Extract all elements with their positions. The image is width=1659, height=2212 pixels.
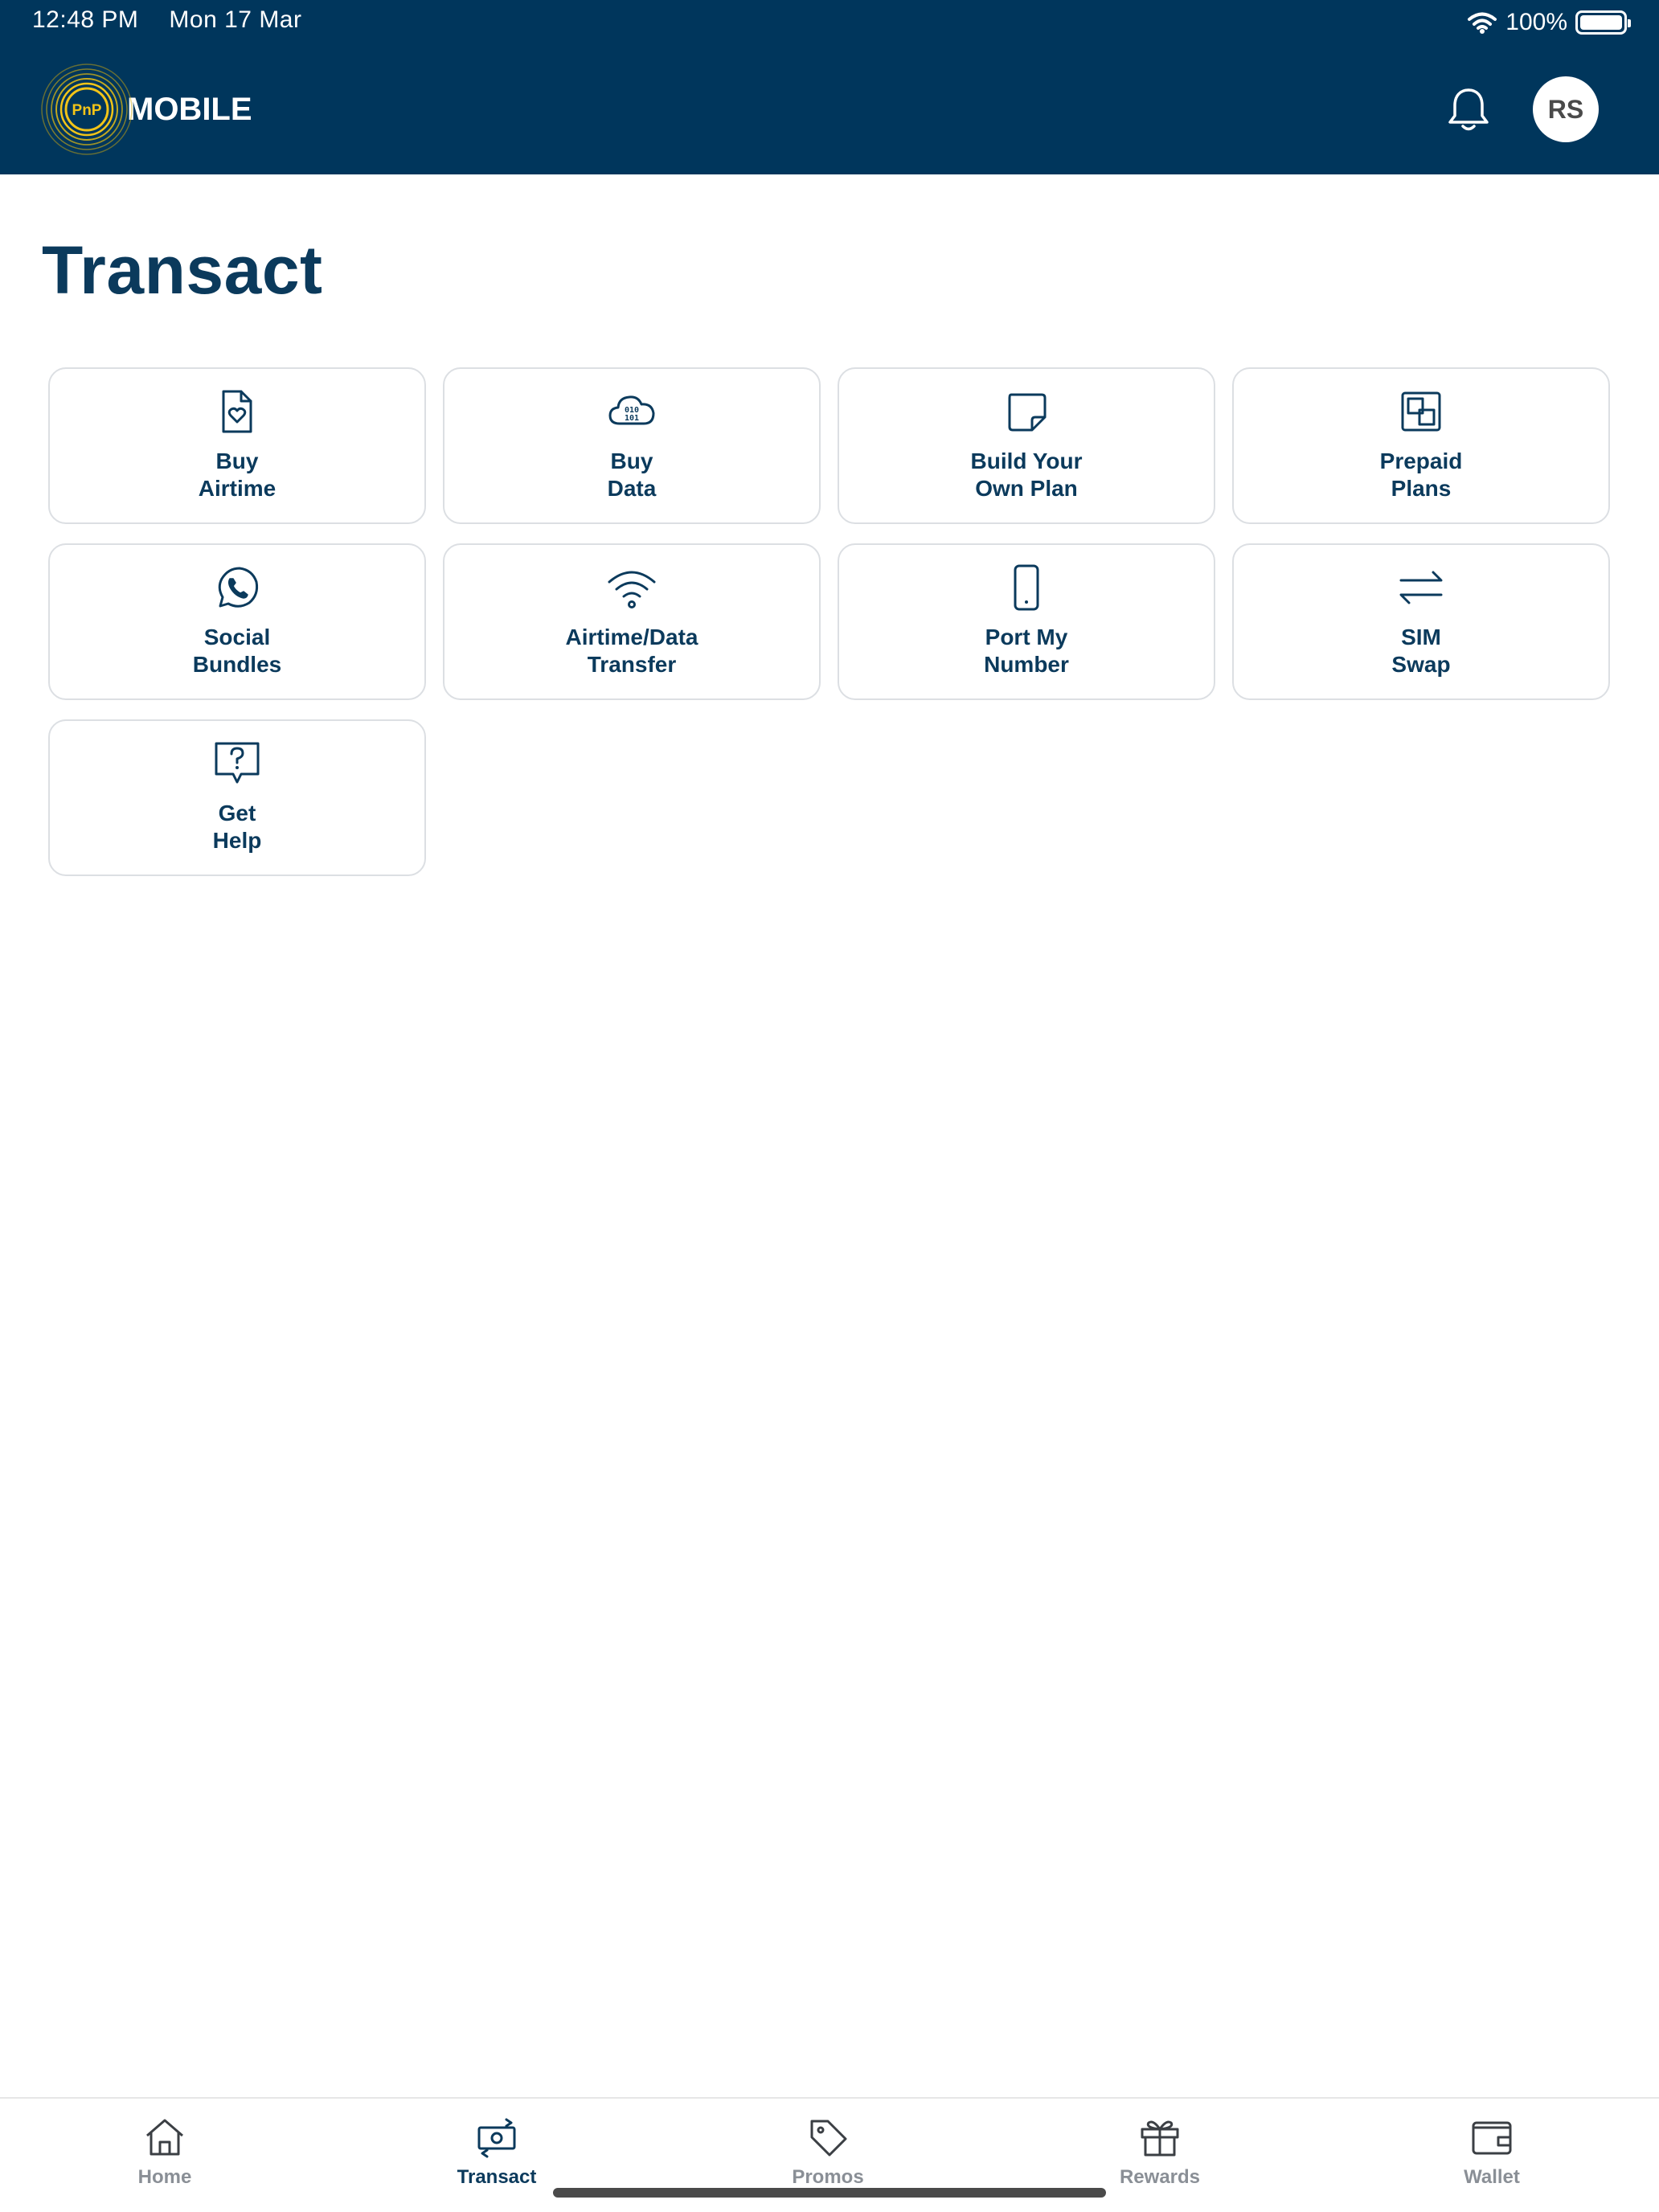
tile-build-your-own-plan[interactable]: Build Your Own Plan <box>838 367 1215 524</box>
tile-label-line1: Buy <box>215 449 259 473</box>
status-bar-left: 12:48 PM Mon 17 Mar <box>32 6 302 34</box>
nav-label: Wallet <box>1464 2166 1520 2188</box>
help-bubble-icon <box>212 739 262 789</box>
status-time: 12:48 PM <box>32 6 139 33</box>
tile-label-line2: Plans <box>1391 476 1452 501</box>
tile-label-line2: Airtime <box>198 476 276 501</box>
tag-icon <box>804 2113 852 2161</box>
tile-get-help[interactable]: Get Help <box>48 719 426 876</box>
wifi-status-icon <box>1468 12 1497 34</box>
tile-label-line1: Social <box>203 625 271 649</box>
tile-label-line1: Airtime/Data <box>565 625 698 649</box>
nav-transact[interactable]: Transact <box>416 2113 577 2189</box>
transact-options-grid: Buy Airtime 010 101 Buy Data Build Your … <box>48 367 1611 876</box>
tile-label-line2: Help <box>212 828 262 853</box>
nav-promos[interactable]: Promos <box>748 2113 908 2189</box>
nav-rewards[interactable]: Rewards <box>1079 2113 1240 2189</box>
transact-icon <box>473 2113 521 2161</box>
whatsapp-icon <box>212 563 262 612</box>
status-bar-right: 100% <box>1467 6 1631 39</box>
tile-label-line1: Port My <box>985 625 1068 649</box>
tile-label-line2: Data <box>607 476 657 501</box>
sticky-note-icon <box>1002 387 1051 436</box>
logo-badge-text: PnP <box>72 102 102 119</box>
page-title: Transact <box>42 232 323 308</box>
tile-prepaid-plans[interactable]: Prepaid Plans <box>1232 367 1610 524</box>
svg-text:101: 101 <box>625 414 639 423</box>
nav-wallet[interactable]: Wallet <box>1411 2113 1572 2189</box>
gift-icon <box>1136 2113 1184 2161</box>
tile-label-line2: Own Plan <box>975 476 1078 501</box>
tile-label-line2: Swap <box>1391 652 1451 677</box>
tile-label-line1: Buy <box>610 449 653 473</box>
airtime-doc-heart-icon <box>212 387 262 436</box>
logo-text: MOBILE <box>127 91 252 127</box>
nav-home[interactable]: Home <box>84 2113 245 2189</box>
nav-label: Transact <box>457 2166 537 2188</box>
top-header: 12:48 PM Mon 17 Mar 100% PnP MOBILE RS <box>0 0 1659 174</box>
logo-rings-icon: PnP <box>40 63 133 156</box>
tile-label-line2: Number <box>984 652 1069 677</box>
tile-sim-swap[interactable]: SIM Swap <box>1232 543 1610 700</box>
tile-label-line1: Prepaid <box>1379 449 1463 473</box>
tile-label-line2: Transfer <box>587 652 677 677</box>
wifi-icon <box>607 563 657 612</box>
avatar[interactable]: RS <box>1533 76 1599 142</box>
phone-icon <box>1002 563 1051 612</box>
bell-icon <box>1448 88 1489 131</box>
nav-label: Home <box>137 2166 192 2188</box>
cloud-binary-icon: 010 101 <box>607 387 657 436</box>
wallet-icon <box>1468 2113 1516 2161</box>
status-date: Mon 17 Mar <box>169 6 302 33</box>
tile-label-line2: Bundles <box>192 652 282 677</box>
tile-label-line1: Build Your <box>970 449 1083 473</box>
tile-buy-data[interactable]: 010 101 Buy Data <box>443 367 821 524</box>
notifications-button[interactable] <box>1444 85 1493 135</box>
tile-buy-airtime[interactable]: Buy Airtime <box>48 367 426 524</box>
tile-airtime-data-transfer[interactable]: Airtime/Data Transfer <box>443 543 821 700</box>
nav-label: Rewards <box>1119 2166 1201 2188</box>
battery-percent: 100% <box>1505 9 1567 35</box>
swap-arrows-icon <box>1396 563 1446 612</box>
battery-icon <box>1575 10 1631 35</box>
home-indicator <box>553 2188 1106 2198</box>
pnp-mobile-logo[interactable]: PnP MOBILE <box>40 63 252 156</box>
squares-icon <box>1396 387 1446 436</box>
tile-label-line1: SIM <box>1401 625 1441 649</box>
nav-label: Promos <box>792 2166 864 2188</box>
tile-port-my-number[interactable]: Port My Number <box>838 543 1215 700</box>
home-icon <box>141 2113 189 2161</box>
tile-label-line1: Get <box>218 801 256 825</box>
tile-social-bundles[interactable]: Social Bundles <box>48 543 426 700</box>
